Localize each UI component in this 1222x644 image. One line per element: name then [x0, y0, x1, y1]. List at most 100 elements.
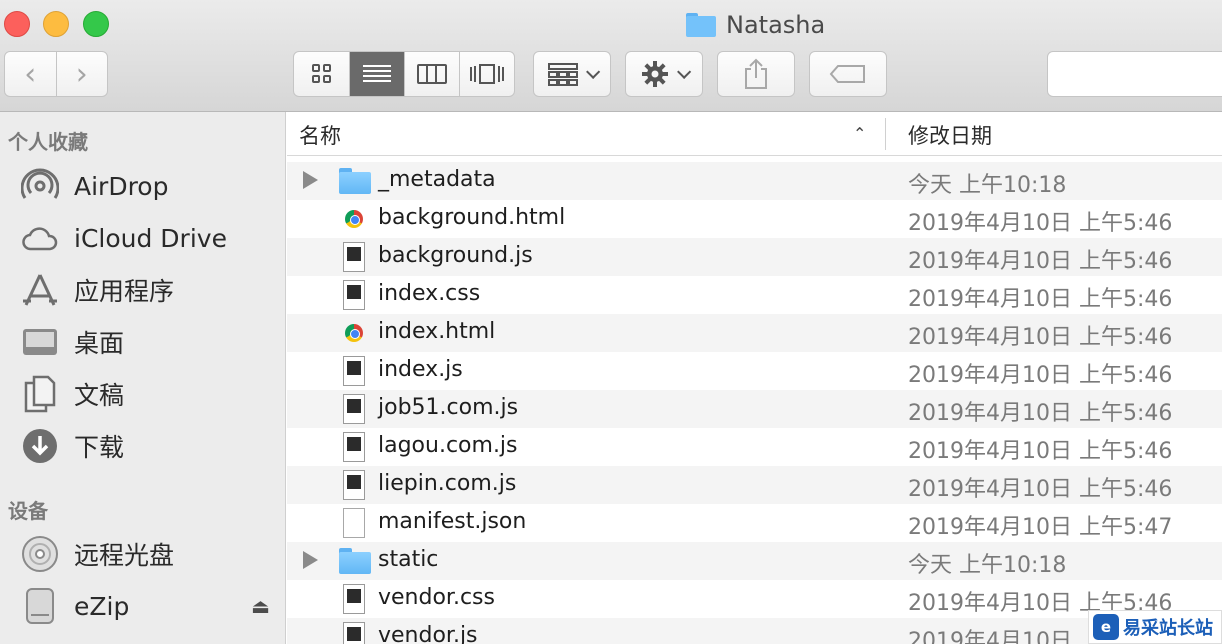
file-name: _metadata [378, 167, 496, 192]
file-name: index.html [378, 319, 496, 344]
file-row[interactable]: job51.com.js 2019年4月10日 上午5:46 [287, 390, 1222, 428]
drive-icon [20, 586, 60, 626]
file-row[interactable]: index.html 2019年4月10日 上午5:46 [287, 314, 1222, 352]
view-mode-selector [293, 51, 515, 97]
disclosure-triangle-icon[interactable] [303, 551, 318, 569]
file-name: static [378, 547, 439, 572]
file-name: lagou.com.js [378, 433, 518, 458]
column-divider[interactable] [885, 118, 886, 150]
column-view-button[interactable] [404, 52, 459, 96]
file-rows: _metadata 今天 上午10:18 background.html 2019年4… [287, 162, 1222, 644]
file-name: vendor.css [378, 585, 495, 610]
js-file-icon [339, 242, 369, 272]
file-name: vendor.js [378, 623, 478, 644]
column-view-icon [417, 64, 447, 84]
file-row[interactable]: manifest.json 2019年4月10日 上午5:47 [287, 504, 1222, 542]
gear-icon [642, 61, 668, 87]
sidebar-item-airdrop[interactable]: AirDrop [20, 163, 270, 209]
sidebar-item-icloud-drive[interactable]: iCloud Drive [20, 215, 270, 261]
sidebar-item-remote-disc[interactable]: 远程光盘 [20, 531, 270, 577]
file-row[interactable]: background.html 2019年4月10日 上午5:46 [287, 200, 1222, 238]
forward-button[interactable]: › [55, 52, 108, 96]
file-row[interactable]: vendor.js 2019年4月10日 上午5:46 [287, 618, 1222, 644]
chrome-html-icon [339, 318, 369, 348]
tag-button[interactable] [809, 51, 887, 97]
arrange-grid-icon [548, 63, 578, 86]
sidebar-item-label: 下载 [74, 433, 125, 462]
file-date-modified: 2019年4月10日 上午5:46 [908, 249, 1173, 274]
desktop-icon [20, 322, 60, 362]
sidebar-item-label: eZip [74, 591, 130, 621]
back-button[interactable]: ‹ [5, 52, 56, 96]
watermark: e 易采站长站 [1088, 610, 1222, 644]
file-row[interactable]: lagou.com.js 2019年4月10日 上午5:46 [287, 428, 1222, 466]
js-file-icon [339, 394, 369, 424]
disclosure-triangle-icon[interactable] [303, 171, 318, 189]
sidebar-item-ezip[interactable]: eZip ⏏ [20, 583, 270, 629]
sidebar-item-label: 应用程序 [74, 277, 175, 306]
share-button[interactable] [717, 51, 795, 97]
sidebar-item-applications[interactable]: 应用程序 [20, 267, 270, 313]
disc-icon [20, 534, 60, 574]
sidebar-item-documents[interactable]: 文稿 [20, 371, 270, 417]
search-field[interactable] [1047, 51, 1222, 97]
file-date-modified: 2019年4月10日 上午5:46 [908, 287, 1173, 312]
file-name: index.css [378, 281, 481, 306]
document-icon [339, 508, 369, 538]
arrange-button[interactable] [533, 51, 611, 97]
chevron-left-icon: ‹ [24, 56, 37, 92]
folder-icon [686, 13, 716, 37]
date-modified-column-header[interactable]: 修改日期 [908, 120, 992, 150]
file-date-modified: 2019年4月10日 上午5:46 [908, 211, 1173, 236]
sidebar-item-label: 桌面 [74, 329, 125, 358]
maximize-window-button[interactable] [83, 11, 109, 37]
sidebar-item-desktop[interactable]: 桌面 [20, 319, 270, 365]
tag-icon [829, 65, 865, 83]
list-view-button[interactable] [349, 52, 404, 96]
window-title: Natasha [726, 11, 826, 39]
sidebar-item-label: 文稿 [74, 381, 125, 410]
icon-view-button[interactable] [294, 52, 349, 96]
file-date-modified: 今天 上午10:18 [908, 553, 1067, 578]
folder-icon [339, 166, 371, 196]
file-row[interactable]: index.js 2019年4月10日 上午5:46 [287, 352, 1222, 390]
js-file-icon [339, 622, 369, 644]
eject-icon[interactable]: ⏏ [251, 594, 270, 618]
css-file-icon [339, 280, 369, 310]
chevron-down-icon [677, 64, 692, 79]
list-view-icon [363, 65, 391, 82]
cover-flow-view-button[interactable] [459, 52, 514, 96]
file-date-modified: 2019年4月10日 上午5:46 [908, 439, 1173, 464]
chevron-right-icon: › [75, 56, 88, 92]
file-row[interactable]: vendor.css 2019年4月10日 上午5:46 [287, 580, 1222, 618]
file-name: background.html [378, 205, 566, 230]
file-row[interactable]: liepin.com.js 2019年4月10日 上午5:46 [287, 466, 1222, 504]
file-row[interactable]: static 今天 上午10:18 [287, 542, 1222, 580]
watermark-text: 易采站长站 [1123, 618, 1213, 639]
airdrop-icon [20, 166, 60, 206]
file-row[interactable]: index.css 2019年4月10日 上午5:46 [287, 276, 1222, 314]
close-window-button[interactable] [4, 11, 30, 37]
icon-view-icon [311, 64, 331, 83]
window-toolbar: Natasha ‹ › [0, 0, 1222, 112]
name-column-header[interactable]: 名称 [299, 120, 341, 150]
cover-flow-icon [470, 64, 504, 84]
folder-icon [339, 546, 371, 576]
js-file-icon [339, 470, 369, 500]
file-name: background.js [378, 243, 533, 268]
watermark-logo: e [1093, 614, 1119, 640]
action-menu-button[interactable] [625, 51, 703, 97]
sidebar-item-label: 远程光盘 [74, 541, 175, 570]
sidebar-item-label: AirDrop [74, 171, 169, 201]
cloud-icon [20, 218, 60, 258]
sidebar-item-downloads[interactable]: 下载 [20, 423, 270, 469]
file-date-modified: 2019年4月10日 上午5:46 [908, 363, 1173, 388]
file-row[interactable]: background.js 2019年4月10日 上午5:46 [287, 238, 1222, 276]
favorites-heading: 个人收藏 [8, 130, 88, 154]
sort-ascending-icon[interactable]: ⌃ [853, 124, 866, 143]
chevron-down-icon [586, 64, 601, 79]
file-row[interactable]: _metadata 今天 上午10:18 [287, 162, 1222, 200]
minimize-window-button[interactable] [43, 11, 69, 37]
chrome-html-icon [339, 204, 369, 234]
navigation-buttons: ‹ › [4, 51, 108, 97]
